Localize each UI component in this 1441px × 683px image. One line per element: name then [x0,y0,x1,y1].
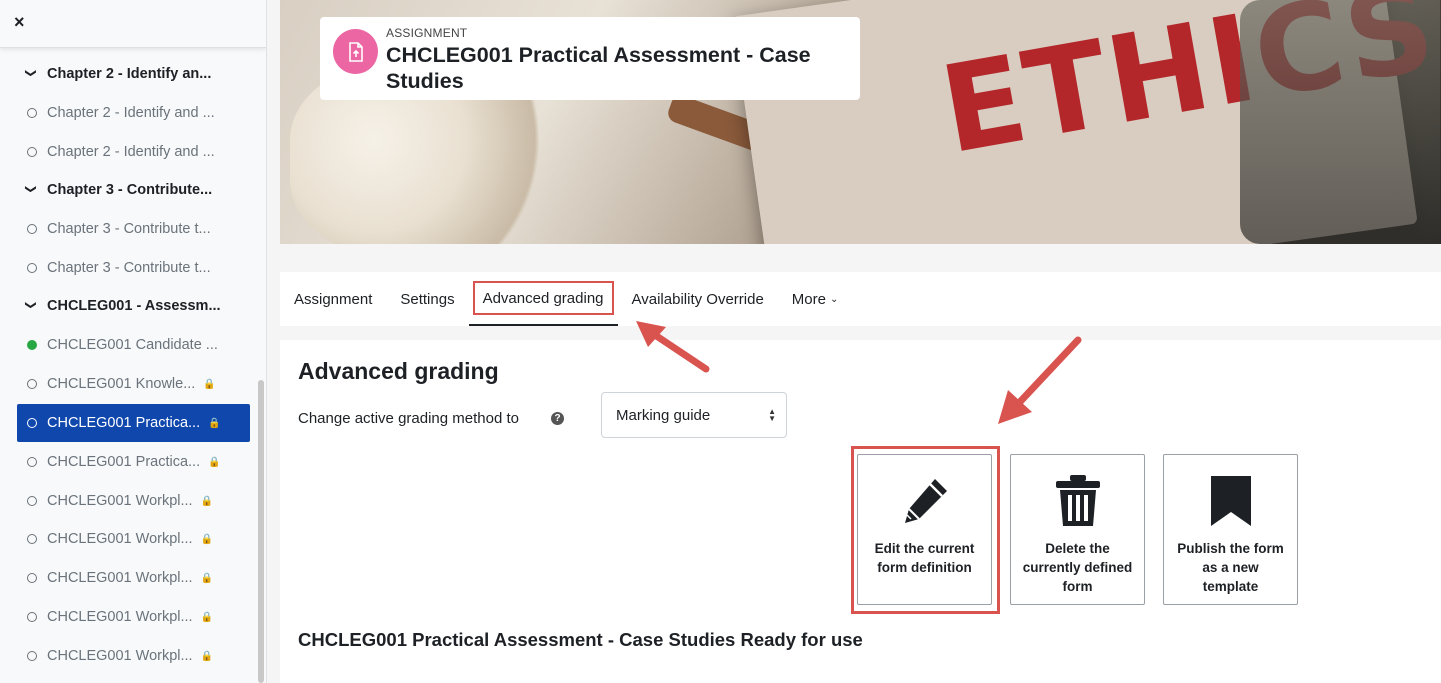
delete-form-button[interactable]: Delete the currently defined form [1010,454,1145,605]
completion-circle-icon [27,147,37,157]
page-title: CHCLEG001 Practical Assessment - Case St… [386,43,811,93]
question-circle-icon[interactable]: ? [551,412,564,425]
sidebar-item[interactable]: CHCLEG001 Practica... 🔒 [17,404,250,442]
sidebar-item-label: CHCLEG001 - Assessm... [47,298,221,314]
sidebar-item-label: Chapter 3 - Contribute... [47,182,213,198]
sidebar-item-label: CHCLEG001 Workpl... [47,648,193,664]
form-status-text: CHCLEG001 Practical Assessment - Case St… [298,629,863,650]
course-index-drawer: × ❯ Chapter 2 - Identify an... Chapter 2 -… [0,0,267,683]
sidebar-item-label: Chapter 2 - Identify and ... [47,144,215,160]
sidebar-section[interactable]: ❯ CHCLEG001 - Assessm... [17,287,250,325]
pencil-icon [899,473,951,529]
chevron-down-icon[interactable]: ❯ [25,68,38,80]
sidebar-item-label: Chapter 2 - Identify and ... [47,105,215,121]
grading-method-select[interactable]: Marking guide ▲ ▼ [601,392,787,438]
tab-advanced-grading[interactable]: Advanced grading [468,272,618,326]
secondary-navigation: Assignment Settings Advanced grading Ava… [280,272,1441,326]
completion-circle-icon [27,224,37,234]
assignment-file-icon [333,29,378,74]
sidebar-item[interactable]: CHCLEG001 Workpl... 🔒 [17,598,250,636]
sidebar-item[interactable]: CHCLEG001 Knowle... 🔒 [17,365,250,403]
main-content: Advanced grading Change active grading m… [280,340,1441,683]
sidebar-section[interactable]: ❯ Chapter 3 - Contribute... [17,171,250,209]
completion-circle-icon [27,651,37,661]
completion-circle-icon [27,612,37,622]
tab-settings[interactable]: Settings [386,272,468,326]
completion-circle-icon [27,108,37,118]
activity-type-label: ASSIGNMENT [386,26,468,40]
sidebar-item[interactable]: CHCLEG001 Workpl... 🔒 [17,637,250,675]
sidebar-item-label: Chapter 3 - Contribute t... [47,221,211,237]
chevron-down-icon[interactable]: ❯ [25,300,38,312]
tab-more[interactable]: More ⌄ [778,272,853,326]
sidebar-item-label: CHCLEG001 Knowle... [47,376,196,392]
lock-icon: 🔒 [200,611,214,623]
drawer-header: × [0,0,266,48]
publish-template-button[interactable]: Publish the form as a new template [1163,454,1298,605]
sidebar-item[interactable]: CHCLEG001 Candidate ... [17,326,250,364]
lock-icon: 🔒 [200,533,214,545]
sidebar-item-label: CHCLEG001 Workpl... [47,531,193,547]
completion-circle-icon [27,457,37,467]
annotation-arrow-icon [636,321,710,373]
sidebar-item-label: CHCLEG001 Workpl... [47,493,193,509]
sidebar-item[interactable]: Chapter 2 - Identify and ... [17,94,250,132]
sidebar-item[interactable]: Chapter 3 - Contribute t... [17,210,250,248]
sidebar-item-label: CHCLEG001 Practica... [47,454,201,470]
activity-header-card: ASSIGNMENT CHCLEG001 Practical Assessmen… [320,17,860,100]
highlight-box [472,281,614,315]
sidebar-section[interactable]: ❯ Chapter 2 - Identify an... [17,55,250,93]
lock-icon: 🔒 [200,572,214,584]
completion-complete-icon [27,340,37,350]
sidebar-item[interactable]: Chapter 2 - Identify and ... [17,133,250,171]
sidebar-item-label: Chapter 3 - Contribute t... [47,260,211,276]
sidebar-item-label: Chapter 2 - Identify an... [47,66,212,82]
completion-circle-icon [27,263,37,273]
sidebar-item[interactable]: CHCLEG001 Workpl... 🔒 [17,520,250,558]
bookmark-icon [1209,473,1253,529]
chevron-down-icon: ⌄ [829,293,839,305]
tab-assignment[interactable]: Assignment [280,272,386,326]
completion-circle-icon [27,573,37,583]
section-heading: Advanced grading [298,358,499,384]
completion-circle-icon [27,496,37,506]
lock-icon: 🔒 [203,378,216,390]
lock-icon: 🔒 [200,495,214,507]
sidebar-item-label: CHCLEG001 Candidate ... [47,337,218,353]
trash-icon [1054,473,1102,529]
completion-circle-icon [27,418,37,428]
annotation-arrow-icon [998,336,1082,424]
completion-circle-icon [27,379,37,389]
sidebar-item-label: CHCLEG001 Workpl... [47,570,193,586]
sidebar-item[interactable]: Chapter 3 - Contribute t... [17,249,250,287]
sidebar-item[interactable]: CHCLEG001 Practica... 🔒 [17,443,250,481]
sidebar-item[interactable]: CHCLEG001 Workpl... 🔒 [17,559,250,597]
lock-icon: 🔒 [200,650,214,662]
lock-icon: 🔒 [208,456,221,468]
completion-circle-icon [27,534,37,544]
select-arrows-icon: ▲ ▼ [768,407,776,423]
sidebar-scrollbar[interactable] [258,380,264,683]
chevron-down-icon[interactable]: ❯ [25,184,38,196]
sidebar-item[interactable]: CHCLEG001 Workpl... 🔒 [17,482,250,520]
close-drawer-button[interactable]: × [14,12,25,33]
sidebar-item-label: CHCLEG001 Workpl... [47,609,193,625]
edit-form-button[interactable]: Edit the current form definition [857,454,992,605]
grading-method-label: Change active grading method to [298,410,519,427]
sidebar-item-label: CHCLEG001 Practica... [47,415,201,431]
lock-icon: 🔒 [208,417,221,429]
